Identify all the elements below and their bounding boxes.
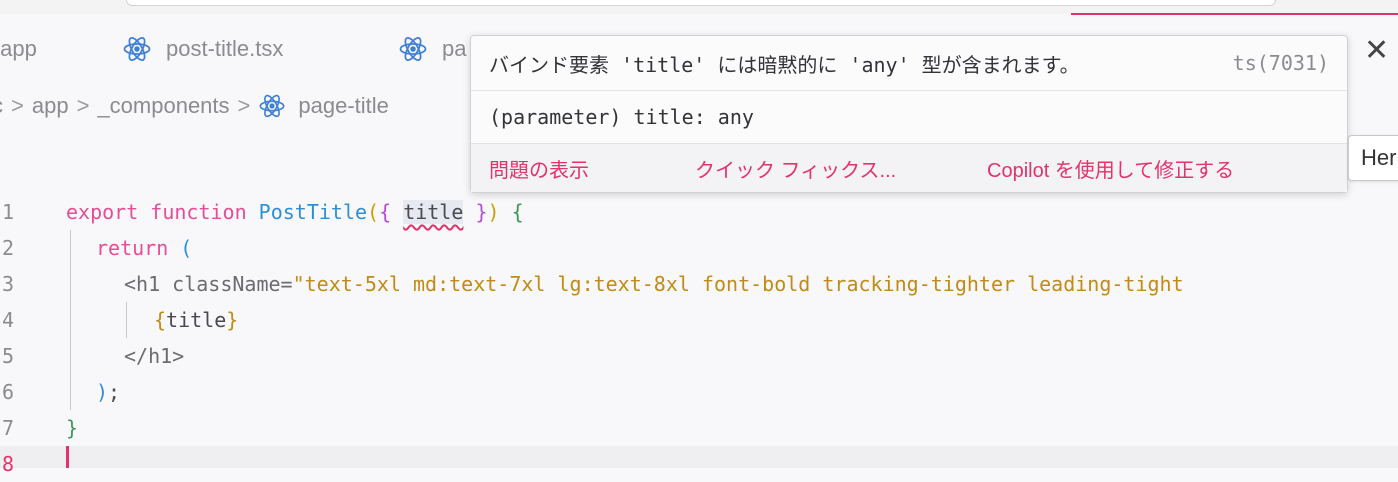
line-number: 6: [1, 380, 14, 404]
code-line: 1 export function PostTitle({ title }) {: [0, 194, 1398, 230]
code-line: 7 }: [0, 410, 1398, 446]
react-icon: [123, 37, 151, 61]
active-accent-line: [1071, 13, 1398, 15]
line-number: 7: [1, 416, 14, 440]
tab-label: pa: [442, 36, 467, 61]
type-signature: (parameter) title: any: [489, 105, 754, 129]
line-number: 2: [1, 236, 14, 260]
breadcrumb: c > app > _components > page-title: [0, 84, 389, 128]
tab-label: /app: [0, 36, 37, 61]
line-number: 3: [1, 272, 14, 296]
tab-label: post-title.tsx: [166, 36, 284, 61]
quick-fix-button[interactable]: クイック フィックス...: [695, 154, 896, 183]
tab-app[interactable]: /app: [0, 16, 37, 82]
code-line: 8: [0, 446, 1398, 482]
react-icon: [399, 37, 427, 61]
line-code: );: [96, 380, 121, 404]
line-number: 5: [1, 344, 14, 368]
line-code: return (: [96, 236, 193, 260]
tab-page-title[interactable]: pa: [398, 16, 466, 82]
chevron-right-icon: >: [11, 93, 24, 118]
breadcrumb-item-file[interactable]: page-title: [298, 93, 389, 119]
line-code: <h1 className="text-5xl md:text-7xl lg:t…: [124, 272, 1184, 296]
line-code: export function PostTitle({ title }) {: [66, 200, 524, 224]
breadcrumb-item[interactable]: c: [0, 93, 3, 119]
hover-action-bar: 問題の表示 クイック フィックス... Copilot を使用して修正する: [471, 144, 1347, 192]
view-problem-button[interactable]: 問題の表示: [489, 154, 589, 183]
chevron-right-icon: >: [237, 93, 251, 118]
code-line: 3 <h1 className="text-5xl md:text-7xl lg…: [0, 266, 1398, 302]
line-code: </h1>: [124, 344, 185, 368]
side-popup[interactable]: Her: [1348, 135, 1398, 181]
line-code: }: [66, 416, 79, 440]
code-line: 4 {title}: [0, 302, 1398, 338]
react-icon: [259, 94, 285, 118]
error-message: バインド要素 'title' には暗黙的に 'any' 型が含まれます。: [489, 52, 1080, 77]
command-center-input[interactable]: [126, 0, 1276, 6]
line-number: 4: [1, 308, 14, 332]
line-code: {title}: [154, 308, 239, 332]
error-hover-popup: バインド要素 'title' には暗黙的に 'any' 型が含まれます。 ts(…: [470, 35, 1348, 193]
close-icon[interactable]: ✕: [1364, 36, 1389, 66]
line-number: 8: [1, 452, 14, 476]
code-line: 5 </h1>: [0, 338, 1398, 374]
tab-post-title[interactable]: post-title.tsx: [122, 16, 283, 82]
error-squiggle: title: [403, 200, 464, 224]
breadcrumb-item-app[interactable]: app: [32, 93, 69, 119]
chevron-right-icon: >: [76, 93, 90, 118]
code-line: 6 );: [0, 374, 1398, 410]
copilot-fix-button[interactable]: Copilot を使用して修正する: [987, 154, 1234, 183]
breadcrumb-item-components[interactable]: _components: [97, 93, 229, 119]
side-popup-label: Her: [1361, 145, 1397, 170]
line-number: 1: [1, 200, 14, 224]
error-code[interactable]: ts(7031): [1233, 51, 1329, 75]
code-line: 2 return (: [0, 230, 1398, 266]
